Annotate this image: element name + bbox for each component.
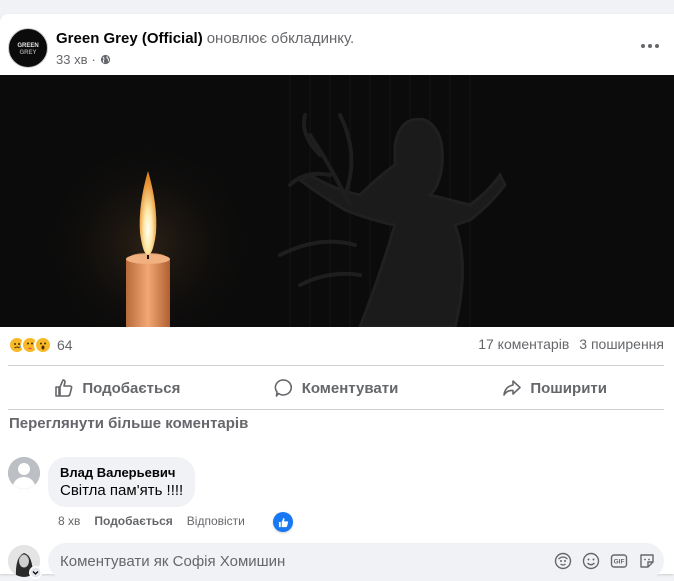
- cover-image: [0, 75, 674, 327]
- wow-reaction-icon: [34, 336, 52, 354]
- meta-separator: ·: [91, 52, 96, 67]
- post-stats: 64 17 коментарів 3 поширення: [8, 334, 664, 356]
- stats-right: 17 коментарів 3 поширення: [478, 336, 664, 352]
- view-more-comments-link[interactable]: Переглянути більше коментарів: [9, 415, 248, 432]
- share-button-label: Поширити: [530, 379, 607, 397]
- comment-actions: 8 хв Подобається Відповісти: [58, 514, 298, 528]
- green-grey-logo: GREEN GREY: [17, 43, 38, 56]
- divider-bottom: [8, 409, 664, 410]
- page-title-line: Green Grey (Official) оновлює обкладинку.: [56, 30, 354, 47]
- comments-count[interactable]: 17 коментарів: [478, 336, 569, 352]
- comment-icon: [274, 379, 292, 397]
- comment-composer: GIF: [8, 543, 664, 581]
- divider-top: [8, 365, 664, 366]
- share-button[interactable]: Поширити: [445, 370, 664, 406]
- composer-icons: GIF: [554, 552, 656, 570]
- page-name-link[interactable]: Green Grey (Official): [56, 30, 203, 47]
- more-dots-icon: [641, 44, 659, 48]
- comment-bubble: Влад Валерьевич Світла пам'ять !!!!: [48, 457, 196, 507]
- reactions-summary[interactable]: 64: [8, 336, 73, 354]
- comment-author[interactable]: Влад Валерьевич: [60, 465, 183, 480]
- post-timestamp[interactable]: 33 хв: [56, 52, 87, 67]
- emoji-icon[interactable]: [582, 552, 600, 570]
- like-button-label: Подобається: [82, 379, 181, 397]
- svg-text:GREEN: GREEN: [17, 43, 38, 49]
- comment-reply-link[interactable]: Відповісти: [187, 514, 245, 528]
- svg-text:GIF: GIF: [614, 559, 625, 566]
- reaction-count[interactable]: 64: [57, 337, 73, 353]
- comment-button[interactable]: Коментувати: [227, 370, 446, 406]
- post-action-text: оновлює обкладинку.: [206, 30, 355, 47]
- sticker-icon[interactable]: [638, 552, 656, 570]
- page-avatar[interactable]: GREEN GREY: [8, 28, 48, 68]
- comment-text: Світла пам'ять !!!!: [60, 482, 184, 499]
- like-button[interactable]: Подобається: [8, 370, 227, 406]
- comment-input[interactable]: [58, 552, 532, 571]
- thumbs-up-icon: [55, 379, 73, 397]
- like-badge-icon: [278, 517, 288, 527]
- gif-icon[interactable]: GIF: [610, 552, 628, 570]
- default-user-icon: [8, 457, 40, 489]
- more-options-button[interactable]: [638, 34, 662, 58]
- shares-count[interactable]: 3 поширення: [579, 336, 664, 352]
- post-card: GREEN GREY Green Grey (Official) оновлює …: [0, 14, 674, 579]
- comment-button-label: Коментувати: [301, 379, 399, 397]
- commenter-avatar[interactable]: [8, 457, 40, 489]
- comment-like-badge[interactable]: [273, 512, 293, 532]
- account-switch-icon[interactable]: [29, 566, 42, 579]
- avatar-sticker-icon[interactable]: [554, 552, 572, 570]
- comment-time[interactable]: 8 хв: [58, 514, 80, 528]
- post-actions-bar: Подобається Коментувати Поширити: [8, 370, 664, 406]
- cover-photo[interactable]: [0, 75, 674, 327]
- globe-icon[interactable]: [100, 54, 111, 65]
- svg-text:GREY: GREY: [19, 50, 36, 56]
- share-icon: [503, 380, 522, 396]
- post-meta: 33 хв ·: [56, 52, 111, 67]
- post-header: GREEN GREY Green Grey (Official) оновлює …: [8, 28, 668, 80]
- comment-like-link[interactable]: Подобається: [94, 514, 172, 528]
